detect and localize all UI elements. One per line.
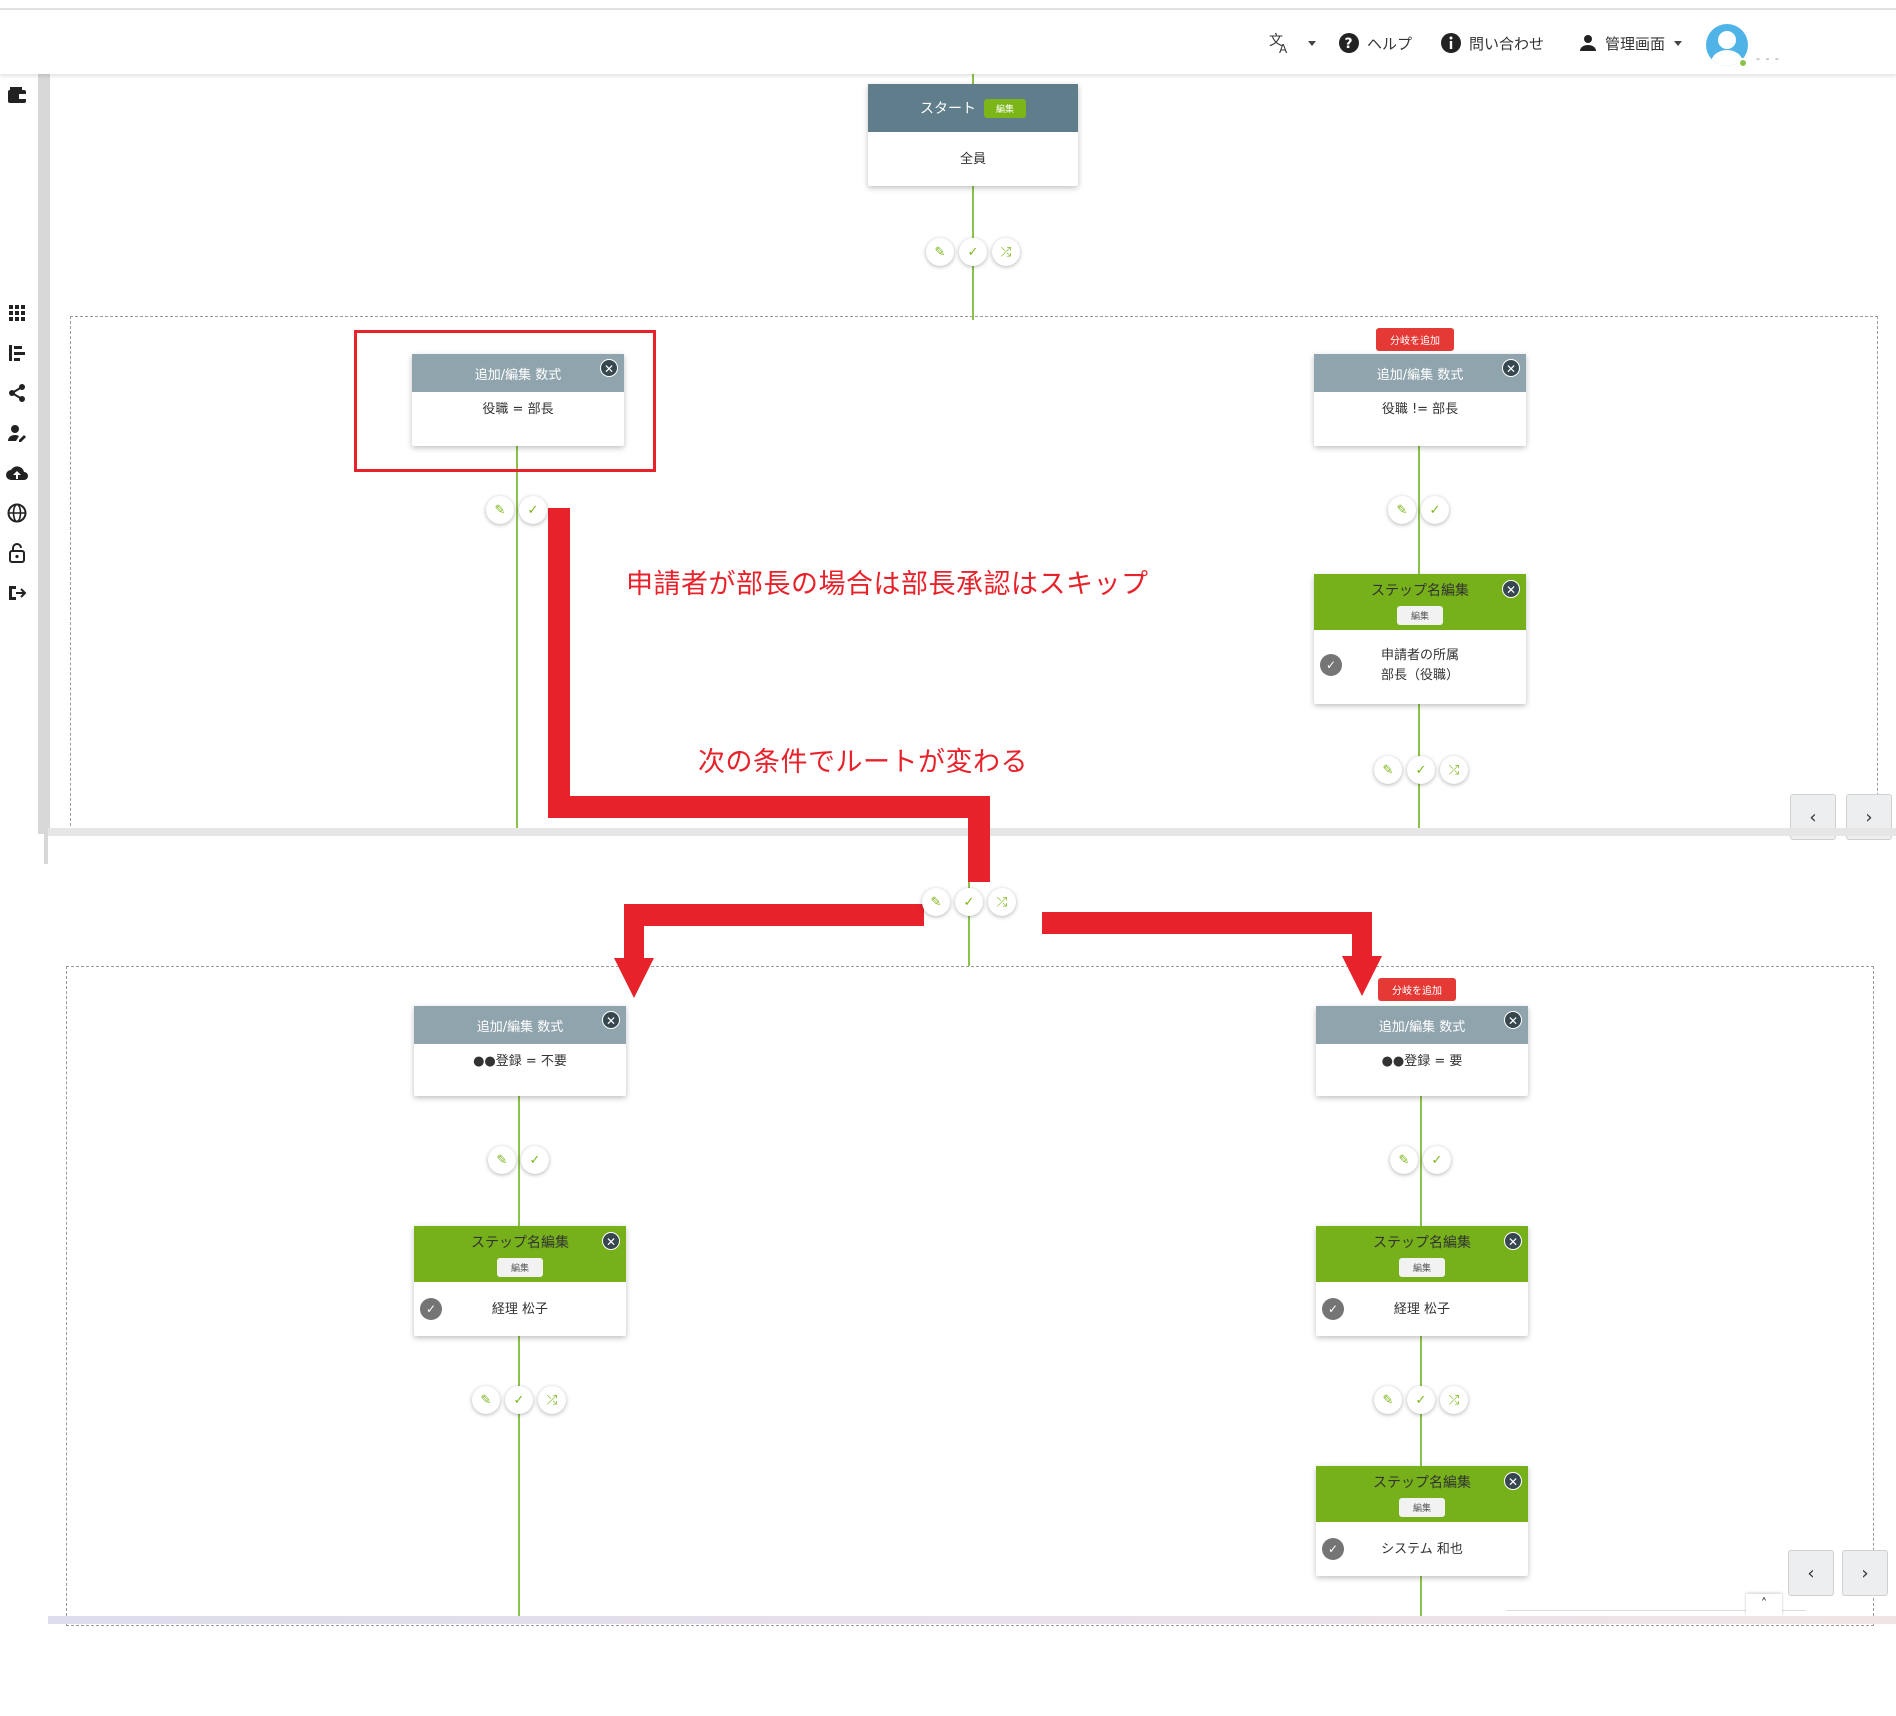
shuffle-icon[interactable]: ⤮ (992, 238, 1020, 266)
pencil-icon[interactable]: ✎ (486, 496, 514, 524)
help-menu[interactable]: ? ヘルプ (1338, 30, 1412, 56)
pencil-icon[interactable]: ✎ (1390, 1146, 1418, 1174)
contact-label: 問い合わせ (1469, 34, 1545, 53)
translate-icon: 文A (1268, 32, 1292, 54)
annotation-note-skip: 申請者が部長の場合は部長承認はスキップ (626, 569, 1149, 600)
chevron-down-icon (1308, 40, 1316, 46)
annotation-note-route: 次の条件でルートが変わる (698, 747, 1028, 778)
check-icon[interactable]: ✓ (505, 1386, 533, 1414)
shuffle-icon[interactable]: ⤮ (1440, 756, 1468, 784)
pencil-icon[interactable]: ✎ (926, 238, 954, 266)
user-name: - - - (1756, 52, 1780, 65)
person-icon (1578, 33, 1598, 53)
check-icon[interactable]: ✓ (959, 238, 987, 266)
pencil-icon[interactable]: ✎ (472, 1386, 500, 1414)
check-icon[interactable]: ✓ (1423, 1146, 1451, 1174)
svg-text:?: ? (1345, 36, 1353, 52)
info-icon (1440, 32, 1462, 54)
check-icon[interactable]: ✓ (1407, 756, 1435, 784)
pencil-icon[interactable]: ✎ (1388, 496, 1416, 524)
admin-menu[interactable]: 管理画面 (1578, 30, 1683, 56)
svg-text:A: A (1279, 42, 1288, 54)
pencil-icon[interactable]: ✎ (922, 888, 950, 916)
check-icon[interactable]: ✓ (1407, 1386, 1435, 1414)
pencil-icon[interactable]: ✎ (1374, 1386, 1402, 1414)
check-icon[interactable]: ✓ (521, 1146, 549, 1174)
check-icon[interactable]: ✓ (955, 888, 983, 916)
pencil-icon[interactable]: ✎ (1374, 756, 1402, 784)
shuffle-icon[interactable]: ⤮ (538, 1386, 566, 1414)
check-icon[interactable]: ✓ (1421, 496, 1449, 524)
admin-label: 管理画面 (1605, 34, 1666, 53)
language-menu[interactable]: 文A (1268, 30, 1316, 56)
shuffle-icon[interactable]: ⤮ (1440, 1386, 1468, 1414)
online-status-dot (1738, 58, 1748, 68)
chevron-down-icon (1674, 40, 1683, 46)
help-label: ヘルプ (1367, 34, 1413, 53)
check-icon[interactable]: ✓ (519, 496, 547, 524)
help-icon: ? (1338, 32, 1360, 54)
pencil-icon[interactable]: ✎ (488, 1146, 516, 1174)
top-bar: 文A ? ヘルプ 問い合わせ 管理画面 - - - (0, 10, 1896, 74)
shuffle-icon[interactable]: ⤮ (988, 888, 1016, 916)
contact-menu[interactable]: 問い合わせ (1440, 30, 1544, 56)
